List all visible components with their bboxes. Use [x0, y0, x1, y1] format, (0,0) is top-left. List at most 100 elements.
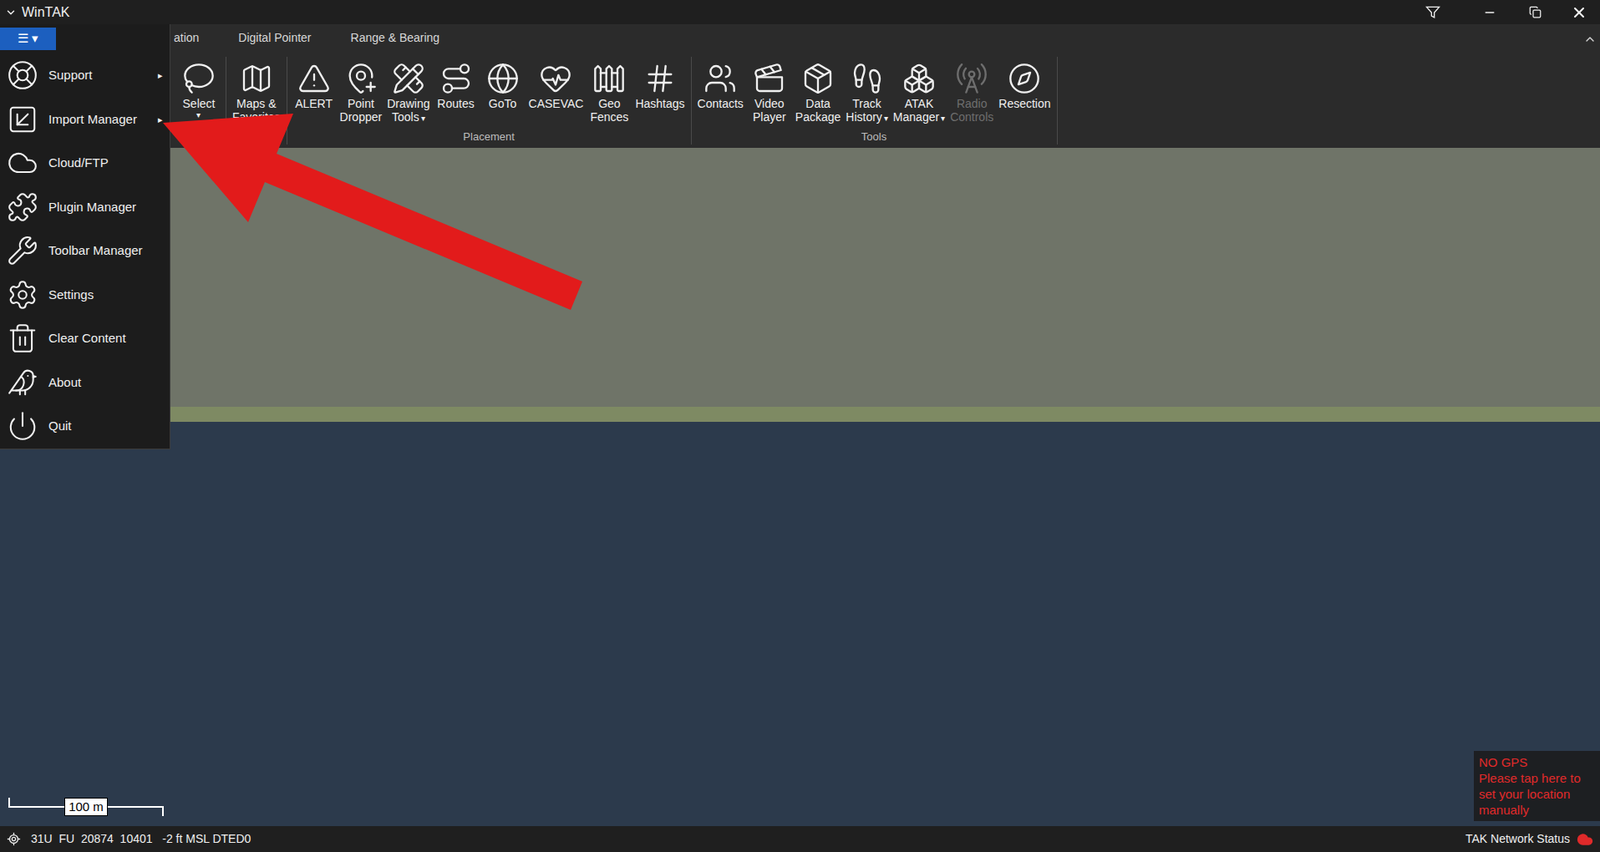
lasso-icon — [182, 61, 216, 96]
ribbon-tool[interactable]: Select▾ — [175, 56, 223, 132]
crosshair-icon[interactable] — [6, 832, 21, 847]
cloud-icon — [6, 147, 39, 179]
scale-label: 100 m — [64, 797, 108, 817]
menu-item[interactable]: Settings — [0, 273, 170, 318]
ribbon-tool[interactable]: Resection — [995, 56, 1053, 131]
ribbon-tab[interactable]: ation — [173, 29, 199, 49]
tool-label: Maps & — [236, 96, 276, 111]
tool-label: Point — [347, 96, 375, 111]
tool-label: Dropper — [340, 110, 383, 124]
main-menu-button[interactable]: ☰ ▾ — [0, 27, 56, 51]
dropdown-arrow[interactable]: ▾ — [196, 110, 201, 121]
restore-button[interactable] — [1512, 0, 1559, 25]
ribbon-tab[interactable]: Digital Pointer — [238, 29, 311, 49]
hash-icon — [643, 61, 677, 96]
menu-item[interactable]: Clear Content — [0, 316, 170, 361]
wintak-window: WinTAK ation Digital Pointer Range & Bearin… — [0, 0, 1600, 852]
collapse-ribbon-icon[interactable] — [1583, 32, 1597, 46]
tool-label: History▾ — [845, 110, 889, 126]
tool-label: Player — [752, 110, 787, 124]
network-cloud-icon[interactable] — [1576, 831, 1594, 849]
network-status[interactable]: TAK Network Status — [1465, 830, 1570, 849]
menu-item-label: Support — [48, 66, 93, 86]
tool-label: Controls — [949, 110, 994, 124]
menu-item-label: Quit — [48, 416, 72, 437]
ribbon-tool[interactable]: GoTo — [479, 56, 527, 131]
ribbon-group: Maps &Favorites — [226, 56, 288, 145]
tool-label: Track — [852, 96, 881, 111]
gps-warning-message: Please tap here to set your location man… — [1478, 770, 1595, 818]
ribbon-tool[interactable]: Maps &Favorites — [229, 56, 284, 132]
menu-item[interactable]: Quit — [0, 404, 170, 449]
filter-icon[interactable] — [1424, 4, 1442, 21]
import-icon — [6, 103, 39, 136]
menu-item-label: About — [48, 373, 82, 393]
close-button[interactable] — [1558, 0, 1600, 25]
radio-tower-icon — [954, 61, 989, 96]
ribbon-tool[interactable]: PointDropper — [337, 56, 386, 131]
gps-warning[interactable]: NO GPSPlease tap here to set your locati… — [1473, 751, 1600, 822]
ribbon-tool: RadioControls — [947, 56, 996, 131]
tool-label: ATAK — [904, 96, 935, 111]
ribbon-tool[interactable]: GeoFences — [585, 56, 633, 131]
ribbon-tool[interactable]: TrackHistory▾ — [843, 56, 891, 131]
ribbon-tool[interactable]: Routes — [432, 56, 480, 131]
ribbon-tool[interactable]: ATAKManager▾ — [890, 56, 948, 131]
boxes-icon — [902, 61, 936, 96]
globe-icon — [486, 61, 520, 96]
ribbon-tool[interactable]: ALERT — [290, 56, 338, 131]
tab-row: ation Digital Pointer Range & Bearing — [0, 24, 1600, 54]
gps-warning-title: NO GPS — [1478, 754, 1595, 771]
ribbon-tool[interactable]: Hashtags — [632, 56, 687, 131]
ribbon-group: ALERTPointDropperDrawingTools▾RoutesGoTo… — [287, 56, 692, 145]
ribbon: Select▾Maps &FavoritesALERTPointDropperD… — [0, 53, 1600, 148]
menu-item-label: Toolbar Manager — [48, 241, 143, 261]
menu-item-label: Cloud/FTP — [48, 153, 109, 173]
minimize-button[interactable] — [1466, 0, 1513, 25]
submenu-arrow: ▸ — [157, 112, 163, 127]
pencil-ruler-icon — [391, 61, 426, 96]
menu-item[interactable]: Toolbar Manager — [0, 228, 170, 274]
lifebuoy-icon — [6, 59, 39, 92]
annotation-arrow-icon — [0, 0, 1600, 852]
eagle-icon — [6, 366, 39, 399]
map-pin-plus-icon — [344, 61, 378, 96]
map-water — [0, 421, 1600, 827]
tool-label: Package — [795, 110, 841, 124]
fence-icon — [592, 61, 626, 96]
menu-item[interactable]: Cloud/FTP — [0, 141, 170, 186]
ribbon-tab[interactable]: Range & Bearing — [350, 29, 441, 49]
menu-item[interactable]: Import Manager▸ — [0, 97, 170, 143]
ribbon-tool[interactable]: VideoPlayer — [746, 56, 793, 131]
tool-label: Favorites — [232, 110, 281, 124]
tool-label: Manager▾ — [893, 110, 945, 126]
gear-icon — [6, 279, 39, 311]
ribbon-group: ContactsVideoPlayerDataPackageTrackHisto… — [691, 56, 1058, 145]
menu-item[interactable]: Support ▸ — [0, 53, 170, 98]
ribbon-tool[interactable]: DataPackage — [792, 56, 844, 131]
tool-label: Routes — [436, 96, 474, 111]
group-label: Tools — [695, 130, 1054, 145]
menu-item[interactable]: About — [0, 360, 170, 406]
minimize-icon — [1483, 5, 1497, 20]
alert-icon — [297, 61, 331, 96]
contacts-icon — [703, 61, 737, 96]
tool-label: GoTo — [488, 96, 517, 111]
tool-label: Tools▾ — [391, 110, 426, 126]
map-land — [0, 147, 1600, 407]
window-title: WinTAK — [21, 2, 70, 23]
map-view[interactable]: 100 m NO GPSPlease tap here to set your l… — [0, 147, 1600, 827]
clapperboard-icon — [752, 61, 787, 96]
ribbon-tool[interactable]: DrawingTools▾ — [384, 56, 432, 131]
menu-item[interactable]: Plugin Manager — [0, 185, 170, 230]
package-icon — [801, 61, 835, 96]
submenu-arrow: ▸ — [157, 68, 163, 83]
ribbon-tool[interactable]: Contacts — [695, 56, 747, 131]
status-bar: 31U FU 20874 10401 -2 ft MSL DTED0TAK Ne… — [0, 826, 1600, 852]
scale-bar: 100 m — [8, 797, 164, 817]
trash-icon — [6, 322, 39, 355]
window-menu-icon[interactable] — [5, 6, 17, 19]
puzzle-icon — [6, 191, 39, 224]
title-bar: WinTAK — [0, 0, 1600, 25]
ribbon-tool[interactable]: CASEVAC — [526, 56, 587, 131]
